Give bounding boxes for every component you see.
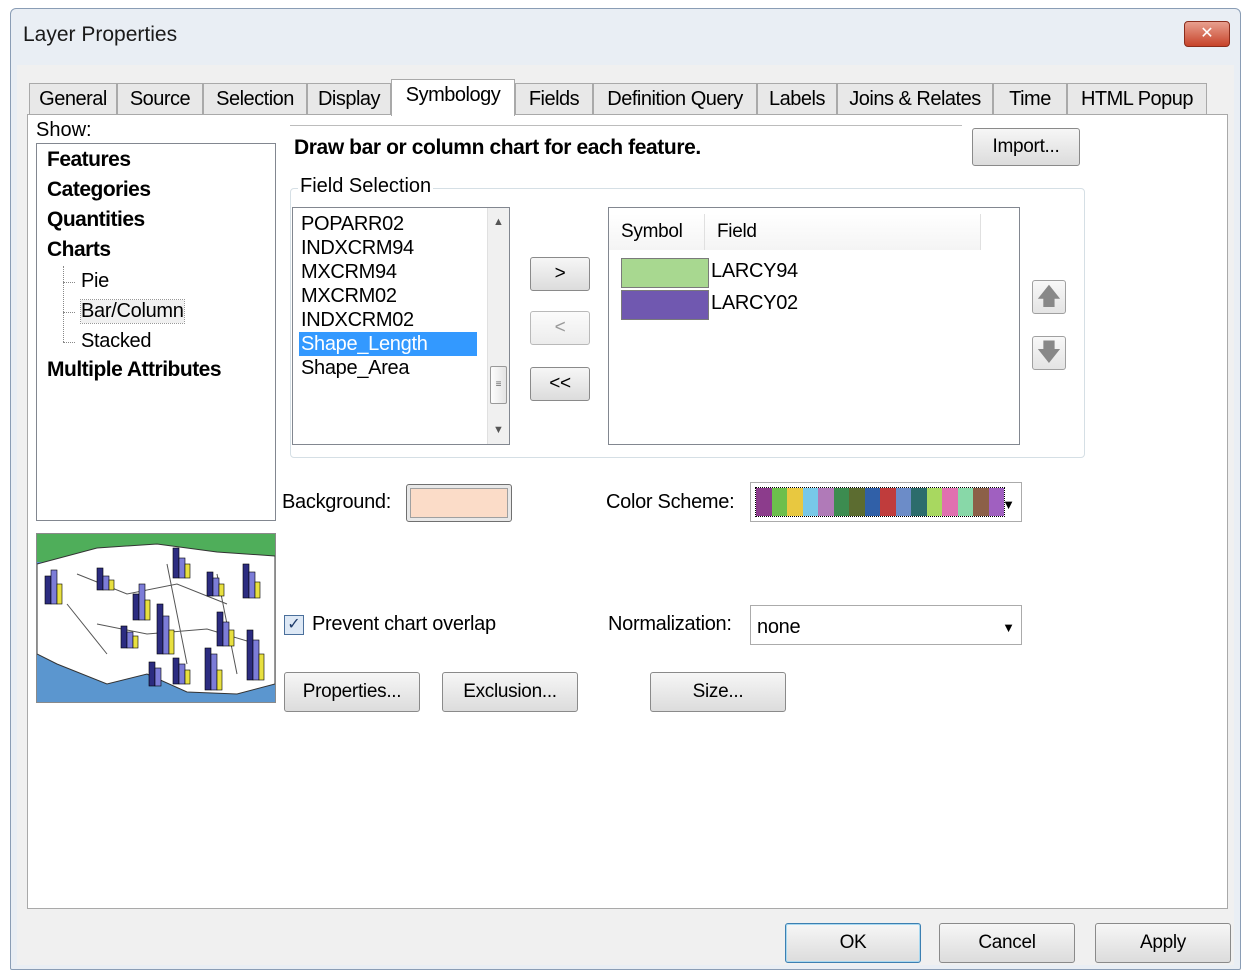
tree-connector [63,266,64,342]
title-bar: Layer Properties ✕ [11,9,1240,59]
import-button[interactable]: Import... [972,128,1080,166]
color-scheme-swatch [911,488,927,516]
remove-field-button[interactable]: < [530,311,590,345]
dialog-title: Layer Properties [23,23,178,46]
list-item[interactable]: MXCRM94 [299,260,477,284]
tree-branch [63,342,75,343]
color-scheme-dropdown[interactable]: ▼ [750,482,1022,522]
tree-branch [63,312,75,313]
background-label: Background: [282,491,391,513]
tab-time[interactable]: Time [993,83,1067,115]
fields-scrollbar[interactable]: ▲ ≡ ▼ [487,208,509,444]
tab-general[interactable]: General [29,83,117,115]
tab-html-popup[interactable]: HTML Popup [1067,83,1207,115]
symbol-swatch[interactable] [621,290,709,320]
tab-symbology[interactable]: Symbology [391,79,515,116]
available-fields-list[interactable]: POPARR02 INDXCRM94 MXCRM94 MXCRM02 INDXC… [292,207,510,445]
table-row-field[interactable]: LARCY94 [711,260,798,283]
color-scheme-swatch [787,488,803,516]
symbol-swatch[interactable] [621,258,709,288]
color-scheme-swatch [771,488,787,516]
exclusion-button[interactable]: Exclusion... [442,672,578,712]
tree-multiple-attributes[interactable]: Multiple Attributes [47,358,222,382]
color-scheme-swatch [833,488,849,516]
tree-pie[interactable]: Pie [81,270,109,293]
color-scheme-swatch [802,488,818,516]
color-scheme-swatch [926,488,942,516]
list-item[interactable]: INDXCRM02 [299,308,477,332]
color-scheme-label: Color Scheme: [606,491,735,513]
checkmark-icon: ✓ [287,616,301,633]
prevent-overlap-label[interactable]: Prevent chart overlap [312,613,496,636]
symbol-column-header[interactable]: Symbol [609,214,705,250]
chart-preview-image [36,533,276,703]
tab-source[interactable]: Source [117,83,203,115]
normalization-label: Normalization: [608,613,732,635]
symbol-field-table[interactable]: Symbol Field LARCY94 LARCY02 [608,207,1020,445]
remove-all-fields-button[interactable]: << [530,367,590,401]
tab-fields[interactable]: Fields [515,83,593,115]
tree-stacked[interactable]: Stacked [81,330,151,353]
color-scheme-swatch [942,488,958,516]
list-item[interactable]: Shape_Area [299,356,477,380]
tab-display[interactable]: Display [307,83,391,115]
color-scheme-swatch [973,488,989,516]
ok-button[interactable]: OK [785,923,921,963]
field-column-header[interactable]: Field [705,214,981,250]
table-row-field[interactable]: LARCY02 [711,292,798,315]
scroll-down-icon[interactable]: ▼ [488,420,509,440]
normalization-value: none [757,616,801,638]
color-scheme-swatch [864,488,880,516]
list-item[interactable]: MXCRM02 [299,284,477,308]
tab-joins-relates[interactable]: Joins & Relates [837,83,993,115]
dialog-body: General Source Selection Display Symbolo… [17,65,1234,965]
arrow-up-icon: 🡅 [1036,283,1062,310]
chevron-down-icon: ▼ [1002,497,1015,512]
tree-bar-column[interactable]: Bar/Column [80,299,185,324]
layer-properties-dialog: Layer Properties ✕ General Source Select… [10,8,1241,970]
symbology-panel: Show: Features Categories Quantities Cha… [27,114,1228,909]
tab-selection[interactable]: Selection [203,83,307,115]
move-down-button[interactable]: 🡇 [1032,336,1066,370]
close-button[interactable]: ✕ [1184,21,1230,47]
color-scheme-ramp [755,487,1005,517]
tree-categories[interactable]: Categories [47,178,151,202]
tab-definition-query[interactable]: Definition Query [593,83,757,115]
field-selection-label: Field Selection [298,175,434,198]
tree-quantities[interactable]: Quantities [47,208,145,232]
color-scheme-swatch [957,488,973,516]
tab-labels[interactable]: Labels [757,83,837,115]
size-button[interactable]: Size... [650,672,786,712]
color-scheme-swatch [756,488,772,516]
normalization-dropdown[interactable]: none ▼ [750,605,1022,645]
close-icon: ✕ [1200,25,1214,42]
list-item-selected[interactable]: Shape_Length [299,332,477,356]
color-scheme-swatch [849,488,865,516]
properties-button[interactable]: Properties... [284,672,420,712]
color-scheme-swatch [895,488,911,516]
show-tree: Features Categories Quantities Charts Pi… [36,143,276,521]
move-up-button[interactable]: 🡅 [1032,280,1066,314]
add-field-button[interactable]: > [530,257,590,291]
cancel-button[interactable]: Cancel [939,923,1075,963]
background-color-swatch [410,488,508,518]
scroll-up-icon[interactable]: ▲ [488,212,509,232]
scroll-thumb[interactable]: ≡ [490,366,507,404]
color-scheme-swatch [880,488,896,516]
color-scheme-swatch [818,488,834,516]
description-box: Draw bar or column chart for each featur… [290,125,962,167]
list-item[interactable]: INDXCRM94 [299,236,477,260]
show-label: Show: [36,119,92,141]
tree-features[interactable]: Features [47,148,131,172]
tree-charts[interactable]: Charts [47,238,111,262]
chevron-down-icon: ▼ [1002,620,1015,635]
background-color-button[interactable] [406,484,512,522]
apply-button[interactable]: Apply [1095,923,1231,963]
tree-branch [63,282,75,283]
list-item[interactable]: POPARR02 [299,212,477,236]
renderer-description: Draw bar or column chart for each featur… [294,136,701,159]
prevent-overlap-checkbox[interactable]: ✓ [284,615,304,635]
arrow-down-icon: 🡇 [1036,339,1062,366]
